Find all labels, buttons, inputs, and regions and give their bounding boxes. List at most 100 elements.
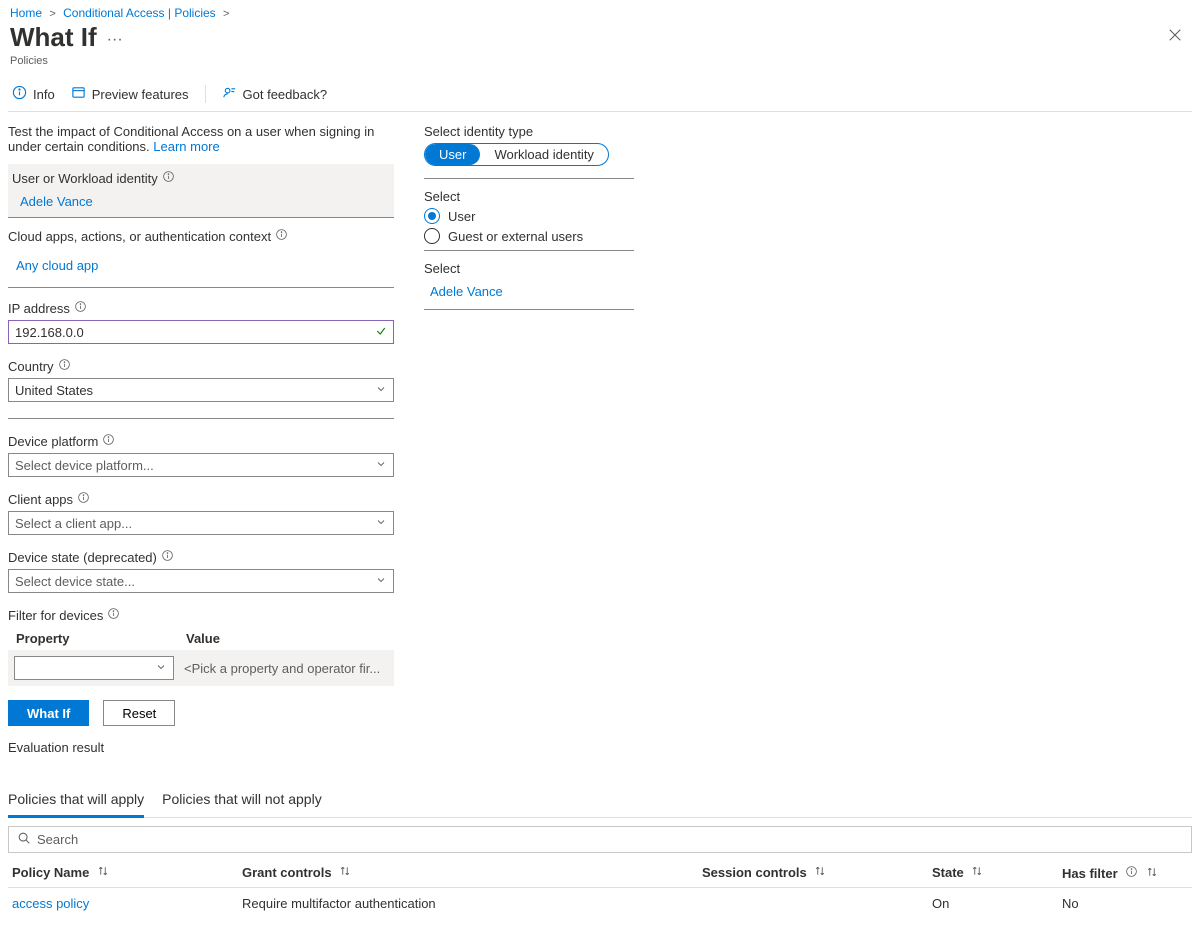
cell-filter: No [1062, 896, 1188, 911]
client-apps-placeholder: Select a client app... [15, 516, 132, 531]
col-policy-name[interactable]: Policy Name [12, 865, 242, 881]
radio-icon [424, 228, 440, 244]
breadcrumb-home[interactable]: Home [10, 6, 42, 20]
selected-user-link[interactable]: Adele Vance [430, 284, 503, 299]
chevron-down-icon [375, 574, 387, 589]
info-button[interactable]: Info [12, 85, 55, 103]
divider [424, 250, 634, 251]
ip-input[interactable]: 192.168.0.0 [8, 320, 394, 344]
divider [424, 178, 634, 179]
search-input[interactable]: Search [8, 826, 1192, 853]
result-tabs: Policies that will apply Policies that w… [8, 785, 1192, 818]
info-icon [12, 85, 27, 103]
page-subtitle: Policies [8, 55, 1192, 67]
device-state-select[interactable]: Select device state... [8, 569, 394, 593]
identity-type-label: Select identity type [424, 124, 634, 139]
chevron-down-icon [375, 516, 387, 531]
cell-grant: Require multifactor authentication [242, 896, 702, 911]
info-icon [162, 170, 175, 186]
radio-guest-label: Guest or external users [448, 229, 583, 244]
chevron-down-icon [375, 458, 387, 473]
chevron-down-icon [155, 661, 167, 676]
client-apps-label: Client apps [8, 492, 73, 507]
info-label: Info [33, 87, 55, 102]
close-icon[interactable] [1160, 24, 1190, 51]
col-state[interactable]: State [932, 865, 1062, 881]
info-icon [77, 491, 90, 507]
radio-user[interactable]: User [424, 208, 634, 224]
more-icon[interactable]: ··· [107, 32, 123, 48]
radio-guest[interactable]: Guest or external users [424, 228, 634, 244]
info-icon [74, 300, 87, 316]
policy-name-link[interactable]: access policy [12, 896, 89, 911]
identity-value-link[interactable]: Adele Vance [20, 194, 93, 209]
feedback-button[interactable]: Got feedback? [222, 85, 328, 103]
client-apps-select[interactable]: Select a client app... [8, 511, 394, 535]
feedback-icon [222, 85, 237, 103]
info-icon [107, 607, 120, 623]
ip-value: 192.168.0.0 [15, 325, 84, 340]
filter-col-property: Property [16, 631, 186, 646]
feedback-label: Got feedback? [243, 87, 328, 102]
chevron-right-icon: > [49, 8, 55, 20]
divider [424, 309, 634, 310]
country-select[interactable]: United States [8, 378, 394, 402]
pill-workload[interactable]: Workload identity [480, 144, 607, 165]
identity-type-toggle[interactable]: User Workload identity [424, 143, 609, 166]
identity-section[interactable]: User or Workload identity Adele Vance [8, 164, 394, 218]
apps-value-link[interactable]: Any cloud app [16, 258, 98, 273]
check-icon [375, 325, 387, 340]
apps-label: Cloud apps, actions, or authentication c… [8, 229, 271, 244]
country-value: United States [15, 383, 93, 398]
info-icon [102, 433, 115, 449]
select-label: Select [424, 189, 634, 204]
radio-icon [424, 208, 440, 224]
pill-user[interactable]: User [425, 144, 480, 165]
info-icon [161, 549, 174, 565]
command-bar: Info Preview features Got feedback? [8, 75, 1192, 112]
cell-session [702, 896, 932, 911]
search-placeholder: Search [37, 832, 78, 847]
preview-features-button[interactable]: Preview features [71, 85, 189, 103]
radio-user-label: User [448, 209, 475, 224]
filter-devices-label: Filter for devices [8, 608, 103, 623]
preview-icon [71, 85, 86, 103]
tab-policies-not-apply[interactable]: Policies that will not apply [162, 785, 322, 817]
sort-icon [971, 865, 983, 877]
tab-policies-apply[interactable]: Policies that will apply [8, 785, 144, 818]
apps-section[interactable]: Cloud apps, actions, or authentication c… [8, 228, 394, 288]
page-title: What If [10, 22, 97, 53]
device-state-placeholder: Select device state... [15, 574, 135, 589]
breadcrumb-ca[interactable]: Conditional Access | Policies [63, 6, 216, 20]
device-platform-placeholder: Select device platform... [15, 458, 154, 473]
info-icon [1125, 866, 1138, 881]
country-label: Country [8, 359, 54, 374]
what-if-button[interactable]: What If [8, 700, 89, 726]
select2-label: Select [424, 261, 634, 276]
device-state-label: Device state (deprecated) [8, 550, 157, 565]
description: Test the impact of Conditional Access on… [8, 124, 394, 154]
ip-label: IP address [8, 301, 70, 316]
table-row: access policy Require multifactor authent… [8, 888, 1192, 919]
col-session-controls[interactable]: Session controls [702, 865, 932, 881]
reset-button[interactable]: Reset [103, 700, 175, 726]
device-platform-select[interactable]: Select device platform... [8, 453, 394, 477]
filter-col-value: Value [186, 631, 386, 646]
evaluation-result-heading: Evaluation result [8, 740, 394, 755]
info-icon [275, 228, 288, 244]
filter-property-select[interactable] [14, 656, 174, 680]
info-icon [58, 358, 71, 374]
device-platform-label: Device platform [8, 434, 98, 449]
sort-icon [339, 865, 351, 877]
col-grant-controls[interactable]: Grant controls [242, 865, 702, 881]
separator [205, 85, 206, 103]
results-table: Policy Name Grant controls Session contr… [8, 859, 1192, 919]
preview-label: Preview features [92, 87, 189, 102]
identity-label: User or Workload identity [12, 171, 158, 186]
chevron-right-icon: > [223, 8, 229, 20]
col-has-filter[interactable]: Has filter [1062, 865, 1188, 881]
breadcrumb: Home > Conditional Access | Policies > [8, 0, 1192, 22]
sort-icon [1146, 866, 1158, 878]
search-icon [17, 831, 31, 848]
learn-more-link[interactable]: Learn more [153, 139, 219, 154]
